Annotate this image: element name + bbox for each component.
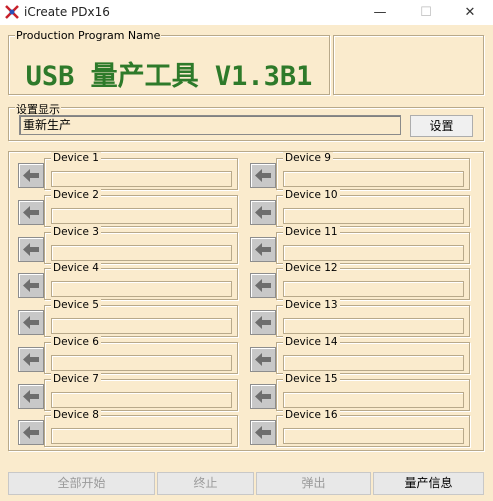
program-name-group-label: Production Program Name (15, 29, 162, 42)
device-6-status (51, 355, 232, 371)
device-12-button[interactable] (250, 273, 276, 298)
device-13-label: Device 13 (283, 299, 340, 311)
device-10-status (283, 208, 464, 224)
device-16-label: Device 16 (283, 409, 340, 421)
close-button[interactable]: ✕ (447, 0, 493, 25)
device-4-group: Device 4 (44, 262, 238, 300)
device-13-button[interactable] (250, 310, 276, 335)
device-12-status (283, 281, 464, 297)
title-bar: iCreate PDx16 — ☐ ✕ (0, 0, 493, 25)
device-16-button[interactable] (250, 420, 276, 445)
device-8-button[interactable] (18, 420, 44, 445)
device-6-button[interactable] (18, 347, 44, 372)
device-9-group: Device 9 (276, 152, 470, 190)
device-14-button[interactable] (250, 347, 276, 372)
arrow-left-icon (23, 353, 39, 366)
device-2-button[interactable] (18, 200, 44, 225)
program-title: USB 量产工具 V1.3B1 (25, 61, 313, 92)
device-4-status (51, 281, 232, 297)
device-7-label: Device 7 (51, 373, 101, 385)
arrow-left-icon (255, 316, 271, 329)
arrow-left-icon (255, 206, 271, 219)
device-14-group: Device 14 (276, 336, 470, 374)
arrow-left-icon (255, 390, 271, 403)
device-2-status (51, 208, 232, 224)
arrow-left-icon (255, 169, 271, 182)
device-3-group: Device 3 (44, 226, 238, 264)
eject-button[interactable]: 弹出 (256, 472, 371, 495)
device-15-status (283, 392, 464, 408)
arrow-left-icon (23, 390, 39, 403)
device-5-button[interactable] (18, 310, 44, 335)
maximize-button[interactable]: ☐ (403, 0, 449, 25)
device-5-label: Device 5 (51, 299, 101, 311)
device-13-status (283, 318, 464, 334)
device-3-label: Device 3 (51, 226, 101, 238)
device-16-status (283, 428, 464, 444)
arrow-left-icon (255, 279, 271, 292)
arrow-left-icon (23, 243, 39, 256)
device-6-group: Device 6 (44, 336, 238, 374)
start-all-button[interactable]: 全部开始 (8, 472, 155, 495)
stop-button[interactable]: 终止 (157, 472, 254, 495)
device-8-group: Device 8 (44, 409, 238, 447)
right-info-panel (333, 35, 484, 95)
arrow-left-icon (255, 243, 271, 256)
device-11-status (283, 245, 464, 261)
window-title: iCreate PDx16 (24, 5, 110, 19)
device-1-status (51, 171, 232, 187)
device-6-label: Device 6 (51, 336, 101, 348)
device-11-label: Device 11 (283, 226, 340, 238)
device-1-label: Device 1 (51, 152, 101, 164)
device-14-label: Device 14 (283, 336, 340, 348)
device-4-label: Device 4 (51, 262, 101, 274)
main-panel: Production Program Name USB 量产工具 V1.3B1 … (0, 25, 493, 501)
device-15-button[interactable] (250, 384, 276, 409)
device-10-button[interactable] (250, 200, 276, 225)
device-12-label: Device 12 (283, 262, 340, 274)
device-7-status (51, 392, 232, 408)
device-7-button[interactable] (18, 384, 44, 409)
device-3-status (51, 245, 232, 261)
device-7-group: Device 7 (44, 373, 238, 411)
device-1-group: Device 1 (44, 152, 238, 190)
device-1-button[interactable] (18, 163, 44, 188)
device-16-group: Device 16 (276, 409, 470, 447)
arrow-left-icon (23, 206, 39, 219)
app-icon (5, 5, 19, 19)
device-9-button[interactable] (250, 163, 276, 188)
device-14-status (283, 355, 464, 371)
arrow-left-icon (23, 169, 39, 182)
device-15-label: Device 15 (283, 373, 340, 385)
arrow-left-icon (23, 279, 39, 292)
settings-button[interactable]: 设置 (410, 115, 473, 137)
arrow-left-icon (23, 316, 39, 329)
settings-display-field[interactable]: 重新生产 (19, 115, 401, 135)
device-8-label: Device 8 (51, 409, 101, 421)
device-3-button[interactable] (18, 237, 44, 262)
device-11-button[interactable] (250, 237, 276, 262)
minimize-button[interactable]: — (357, 0, 403, 25)
production-info-button[interactable]: 量产信息 (373, 472, 484, 495)
device-8-status (51, 428, 232, 444)
device-4-button[interactable] (18, 273, 44, 298)
device-2-group: Device 2 (44, 189, 238, 227)
device-5-status (51, 318, 232, 334)
device-9-label: Device 9 (283, 152, 333, 164)
arrow-left-icon (23, 426, 39, 439)
device-12-group: Device 12 (276, 262, 470, 300)
device-11-group: Device 11 (276, 226, 470, 264)
arrow-left-icon (255, 426, 271, 439)
device-5-group: Device 5 (44, 299, 238, 337)
device-15-group: Device 15 (276, 373, 470, 411)
device-10-label: Device 10 (283, 189, 340, 201)
device-2-label: Device 2 (51, 189, 101, 201)
device-9-status (283, 171, 464, 187)
device-10-group: Device 10 (276, 189, 470, 227)
device-13-group: Device 13 (276, 299, 470, 337)
arrow-left-icon (255, 353, 271, 366)
